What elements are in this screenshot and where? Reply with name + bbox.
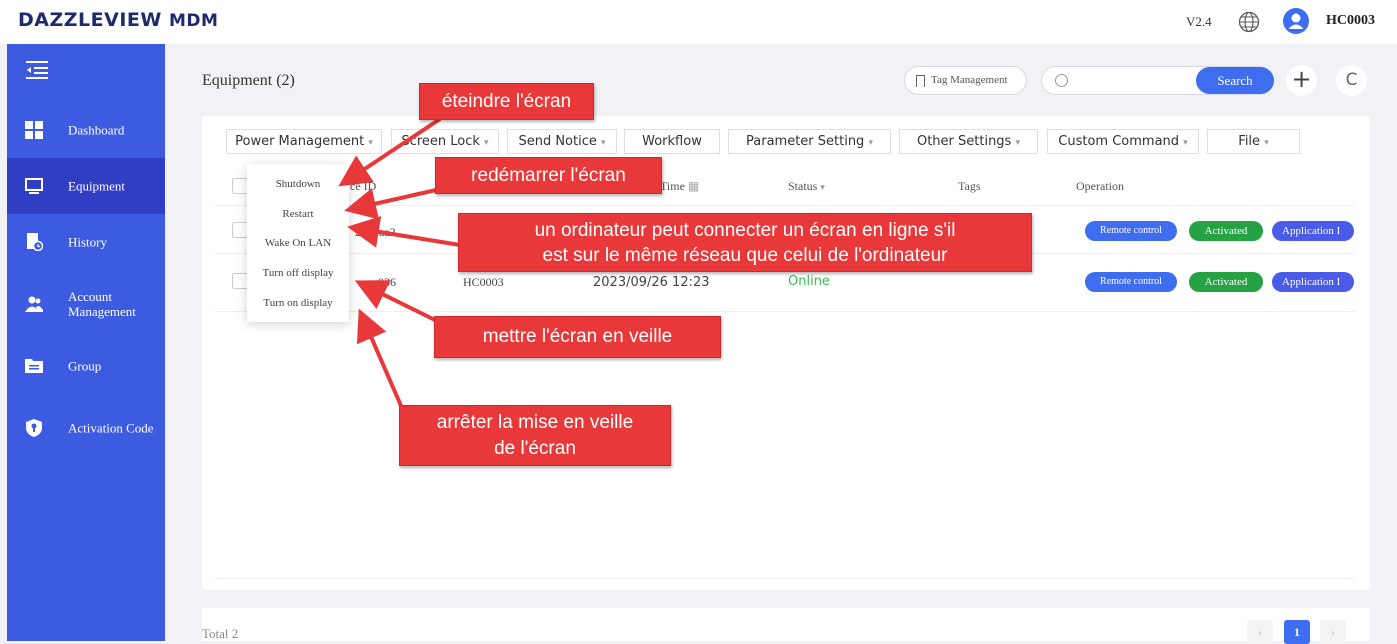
version-label: V2.4 <box>1186 14 1212 29</box>
row-checkbox[interactable] <box>232 222 248 238</box>
sidebar-item-dashboard[interactable]: Dashboard <box>7 102 165 158</box>
sidebar-item-label: Activation Code <box>68 420 154 436</box>
search-button[interactable]: Search <box>1196 67 1274 94</box>
users-icon <box>25 296 43 312</box>
equipment-card <box>202 116 1370 590</box>
history-icon <box>27 233 43 251</box>
app-logo: DAZZLEVIEW MDM <box>18 9 219 31</box>
column-operation: Operation <box>1076 179 1124 193</box>
custom-command-dropdown[interactable]: Custom Command ▾ <box>1047 129 1199 154</box>
menu-collapse-icon[interactable] <box>26 60 48 80</box>
device-name-cell: HC0003 <box>463 275 504 289</box>
activated-badge[interactable]: Activated <box>1189 221 1263 241</box>
parameter-setting-dropdown[interactable]: Parameter Setting ▾ <box>728 129 891 154</box>
annotation-restart: redémarrer l'écran <box>435 157 662 194</box>
application-button[interactable]: Application I <box>1272 221 1354 241</box>
other-settings-dropdown[interactable]: Other Settings ▾ <box>899 129 1038 154</box>
activated-badge[interactable]: Activated <box>1189 272 1263 292</box>
dashboard-icon <box>25 121 43 139</box>
sidebar-item-label: History <box>68 234 107 250</box>
column-status[interactable]: Status ▾ <box>788 179 825 194</box>
top-bar: DAZZLEVIEW MDM V2.4 HC0003 <box>0 0 1397 44</box>
row-checkbox[interactable] <box>232 273 248 289</box>
annotation-shutdown: éteindre l'écran <box>419 83 594 120</box>
screen-lock-dropdown[interactable]: Screen Lock ▾ <box>391 129 499 154</box>
annotation-wake-on-lan: un ordinateur peut connecter un écran en… <box>458 213 1032 272</box>
search-icon <box>1055 74 1068 87</box>
device-id-cell: 2604aa2 <box>355 225 396 239</box>
next-page-button[interactable]: › <box>1320 620 1346 644</box>
refresh-button[interactable]: C <box>1336 65 1367 96</box>
sidebar-item-label: Equipment <box>68 178 126 194</box>
page-title: Equipment (2) <box>202 72 295 89</box>
sidebar-item-label: Group <box>68 358 102 374</box>
annotation-turn-on-display: arrêter la mise en veille de l'écran <box>399 405 671 466</box>
remote-control-button[interactable]: Remote control <box>1085 272 1177 292</box>
sidebar: Dashboard Equipment History Account Mana… <box>7 44 165 641</box>
column-device-id: ce ID <box>350 179 377 193</box>
column-time[interactable]: Time ▦ <box>660 179 699 194</box>
time-cell: 2023/09/26 12:23 <box>593 275 710 290</box>
power-management-dropdown[interactable]: Power Management ▾ <box>226 129 382 154</box>
user-avatar-icon[interactable] <box>1283 8 1309 34</box>
select-all-checkbox[interactable] <box>232 178 248 194</box>
tag-management-button[interactable]: Tag Management <box>904 66 1027 95</box>
divider <box>215 205 1355 206</box>
shield-icon <box>26 419 42 437</box>
calendar-icon: ▦ <box>687 179 700 193</box>
sidebar-item-label: Dashboard <box>68 122 125 138</box>
monitor-icon <box>25 178 43 194</box>
file-dropdown[interactable]: File ▾ <box>1207 129 1300 154</box>
sidebar-item-label: Account Management <box>68 289 136 319</box>
device-id-cell: 036 <box>378 275 396 289</box>
total-count: Total 2 <box>202 626 239 641</box>
pagination-bar <box>202 608 1370 641</box>
bookmark-icon <box>916 75 925 87</box>
workflow-button[interactable]: Workflow <box>624 129 720 154</box>
sidebar-item-account-management[interactable]: Account Management <box>7 276 165 332</box>
menu-item-wake-on-lan[interactable]: Wake On LAN <box>247 237 349 249</box>
sidebar-item-activation-code[interactable]: Activation Code <box>7 400 165 456</box>
username[interactable]: HC0003 <box>1326 13 1375 29</box>
sidebar-item-history[interactable]: History <box>7 214 165 270</box>
divider <box>215 311 1355 312</box>
page-button-current[interactable]: 1 <box>1284 620 1310 644</box>
send-notice-dropdown[interactable]: Send Notice ▾ <box>507 129 617 154</box>
power-management-menu: Shutdown Restart Wake On LAN Turn off di… <box>247 164 349 322</box>
menu-item-turn-on-display[interactable]: Turn on display <box>247 297 349 309</box>
remote-control-button[interactable]: Remote control <box>1085 221 1177 241</box>
menu-item-turn-off-display[interactable]: Turn off display <box>247 267 349 279</box>
sidebar-item-group[interactable]: Group <box>7 338 165 394</box>
menu-item-restart[interactable]: Restart <box>247 208 349 220</box>
sidebar-item-equipment[interactable]: Equipment <box>7 158 165 214</box>
divider <box>215 578 1355 579</box>
status-online: Online <box>788 274 830 289</box>
add-equipment-button[interactable]: + <box>1286 65 1317 96</box>
prev-page-button[interactable]: ‹ <box>1247 620 1273 644</box>
folder-icon <box>25 359 43 373</box>
annotation-turn-off-display: mettre l'écran en veille <box>434 316 721 358</box>
application-button[interactable]: Application I <box>1272 272 1354 292</box>
menu-item-shutdown[interactable]: Shutdown <box>247 178 349 190</box>
language-globe-icon[interactable] <box>1238 11 1260 33</box>
column-tags: Tags <box>958 179 981 193</box>
